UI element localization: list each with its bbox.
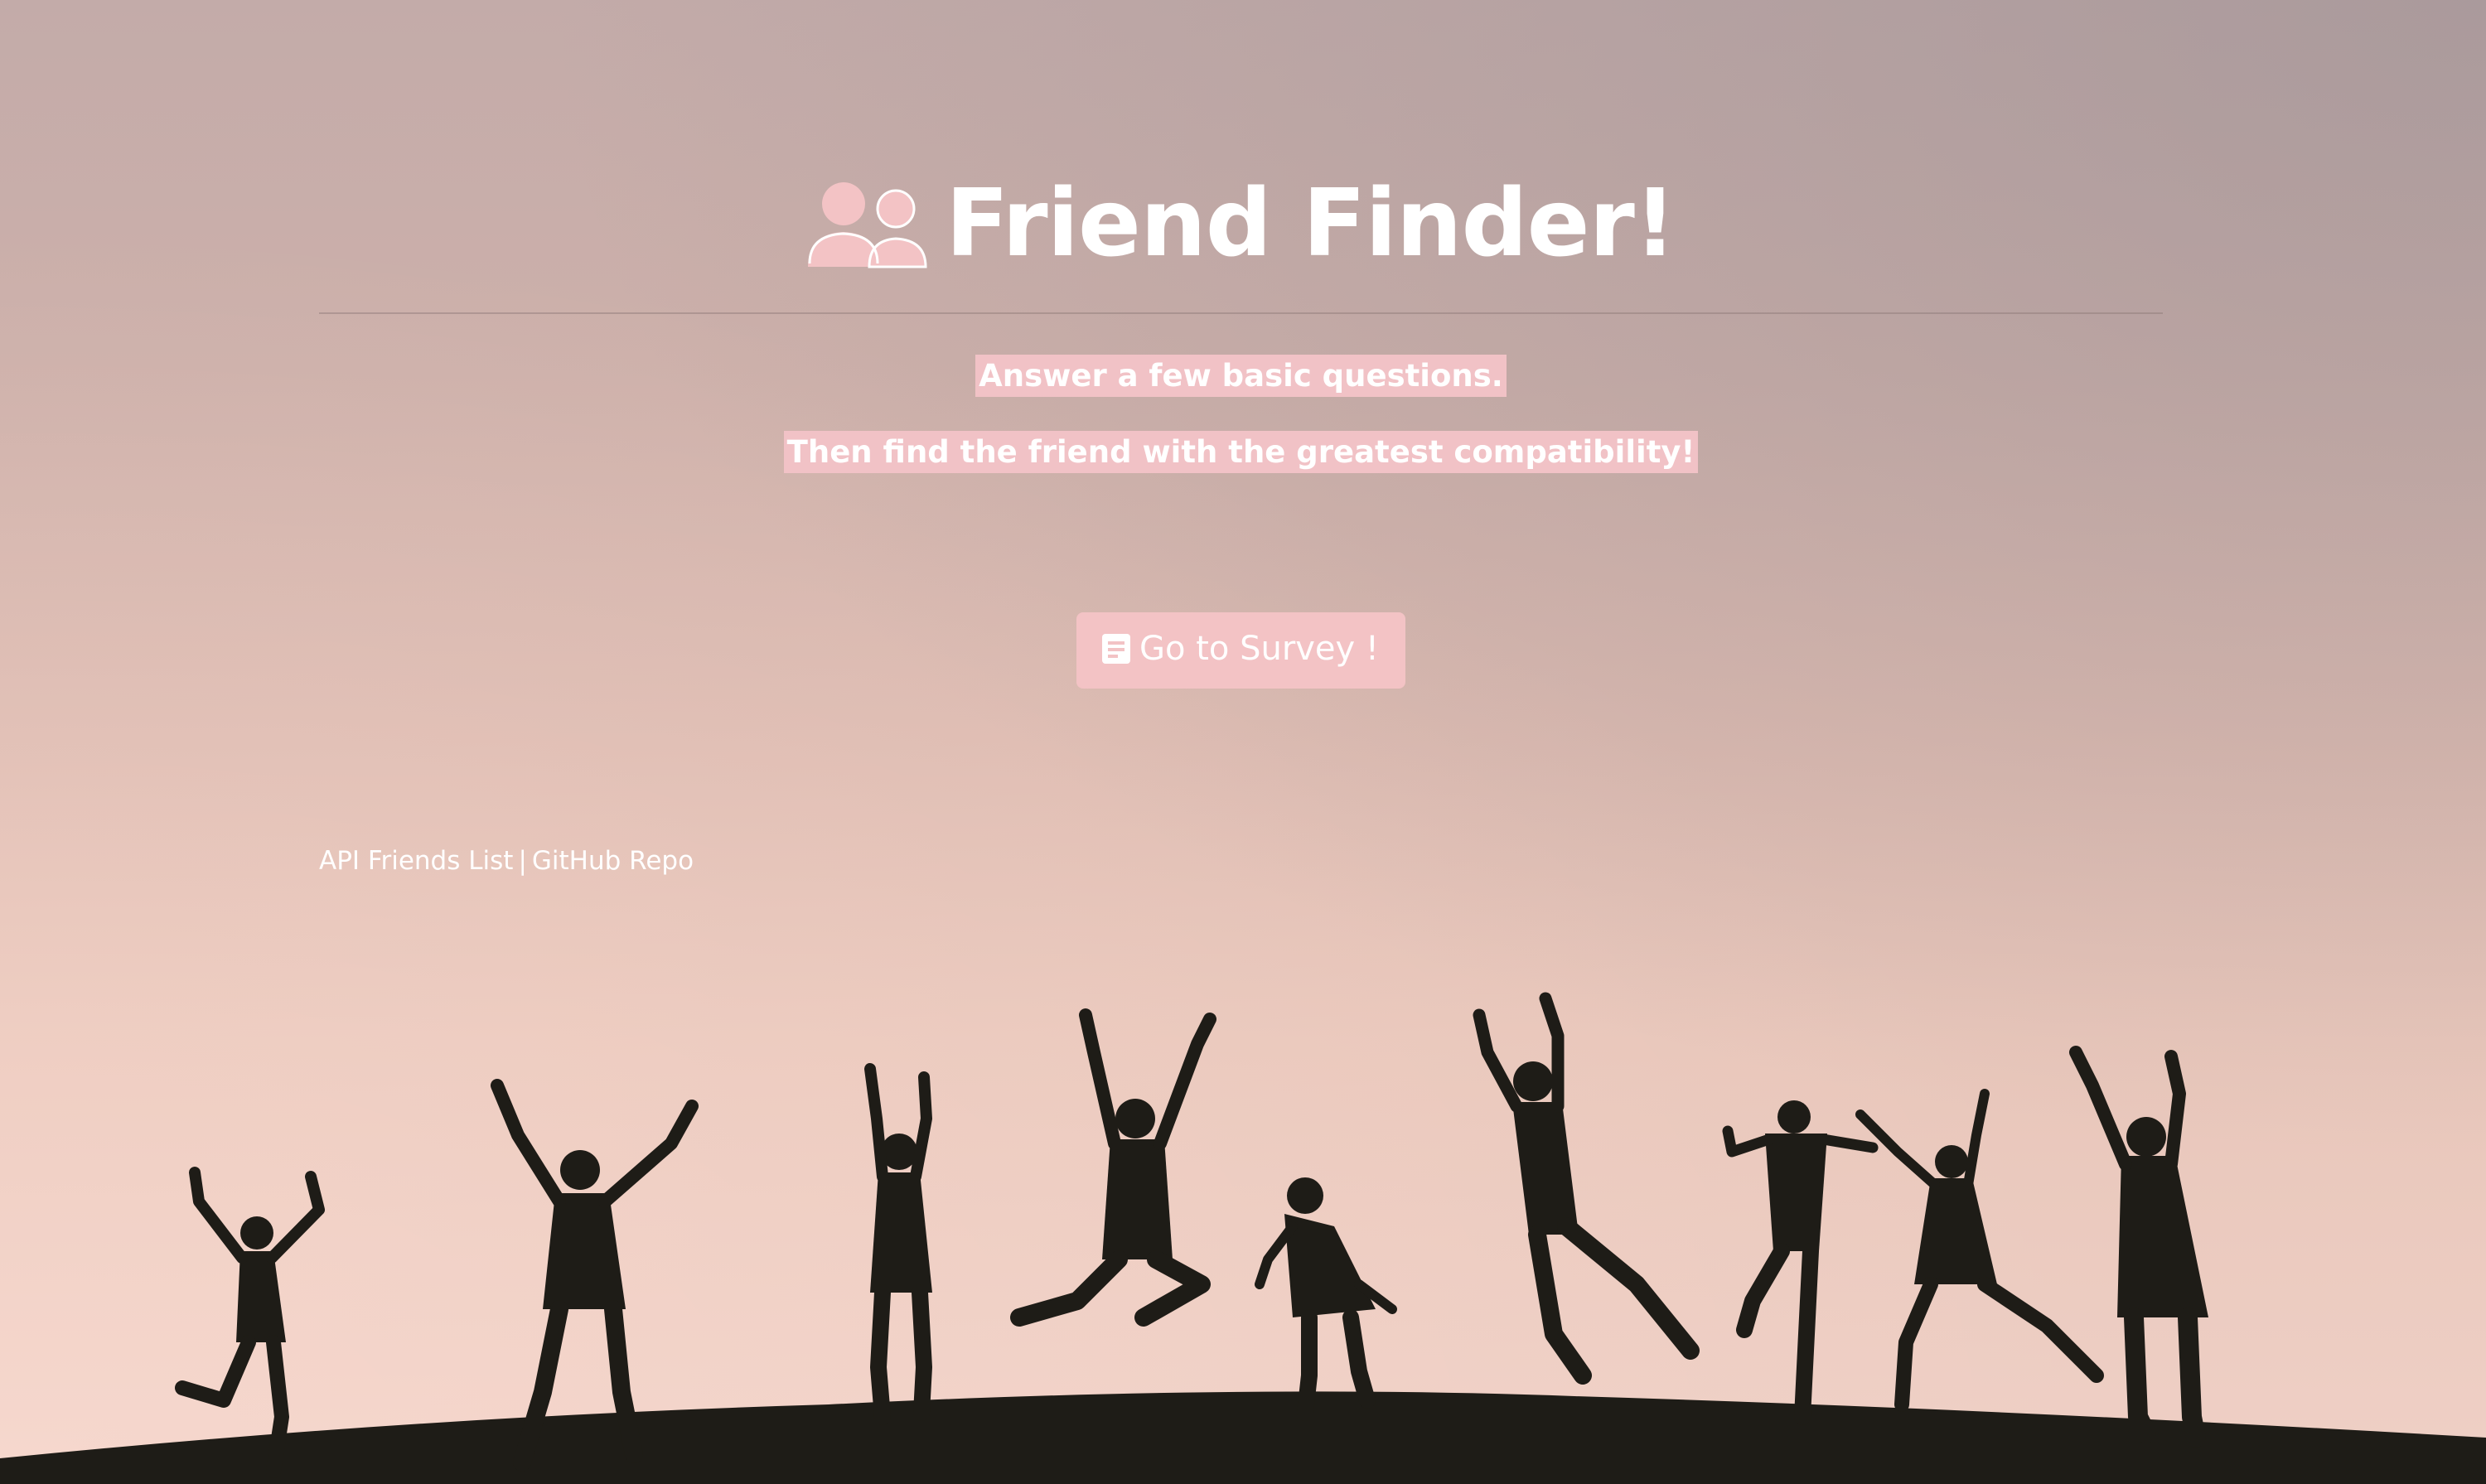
- silhouette-person-4: [1010, 1008, 1216, 1327]
- divider: [319, 312, 2163, 314]
- silhouette-person-2: [491, 1079, 699, 1472]
- silhouette-person-7: [1722, 1100, 1879, 1425]
- silhouette-person-5: [1255, 1177, 1397, 1421]
- intro-line-2: Then find the friend with the greatest c…: [319, 429, 2163, 476]
- footer-links: API Friends List | GitHub Repo: [319, 846, 2163, 876]
- intro-line-1-text: Answer a few basic questions.: [975, 355, 1507, 397]
- intro-line-2-text: Then find the friend with the greatest c…: [783, 431, 1699, 473]
- jumping-people-silhouettes: [0, 992, 2486, 1484]
- page-title: Friend Finder!: [319, 157, 2163, 290]
- silhouette-person-6: [1473, 992, 1700, 1385]
- link-separator: |: [518, 846, 527, 876]
- page: Friend Finder! Answer a few basic questi…: [0, 0, 2486, 1484]
- button-wrapper: Go to Survey !: [319, 612, 2163, 689]
- silhouette-person-1: [175, 1167, 325, 1478]
- go-to-survey-label: Go to Survey !: [1139, 630, 1379, 668]
- silhouette-person-3: [864, 1063, 932, 1425]
- silhouette-person-8: [1855, 1089, 2104, 1412]
- api-friends-list-link[interactable]: API Friends List: [319, 846, 513, 876]
- jumbotron: Friend Finder! Answer a few basic questi…: [319, 157, 2163, 876]
- go-to-survey-button[interactable]: Go to Survey !: [1076, 612, 1405, 689]
- users-icon: [808, 182, 927, 268]
- github-repo-link[interactable]: GitHub Repo: [532, 846, 694, 876]
- intro-line-1: Answer a few basic questions.: [319, 353, 2163, 399]
- title-text: Friend Finder!: [946, 170, 1676, 278]
- document-icon: [1102, 634, 1131, 664]
